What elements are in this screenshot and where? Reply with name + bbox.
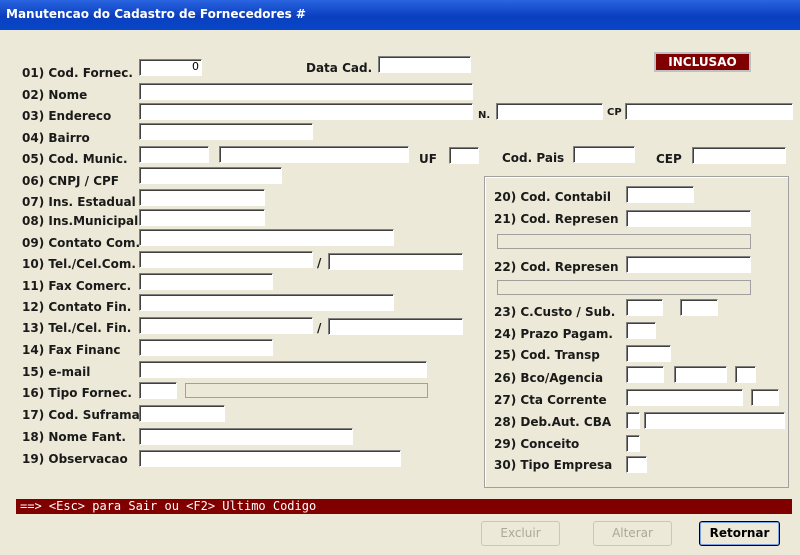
- label-bco-agencia: 26) Bco/Agencia: [494, 371, 604, 385]
- complemento-input[interactable]: [625, 103, 793, 120]
- fax-comerc-input[interactable]: [139, 273, 273, 290]
- label-tipo-fornec: 16) Tipo Fornec.: [22, 386, 132, 400]
- nome-fant-input[interactable]: [139, 428, 353, 445]
- sub-input[interactable]: [680, 299, 718, 316]
- email-input[interactable]: [139, 361, 427, 378]
- label-endereco: 03) Endereco: [22, 109, 112, 123]
- deb-aut-cba-description[interactable]: [644, 412, 785, 429]
- label-fax-comerc: 11) Fax Comerc.: [22, 279, 132, 293]
- alterar-button[interactable]: Alterar: [593, 521, 672, 546]
- c-custo-input[interactable]: [626, 299, 663, 316]
- ins-municipal-input[interactable]: [139, 209, 265, 226]
- cel-fin-input[interactable]: [328, 318, 463, 335]
- label-observacao: 19) Observacao: [22, 452, 128, 466]
- cod-suframa-input[interactable]: [139, 405, 225, 422]
- cod-fornec-input[interactable]: 0: [139, 59, 202, 76]
- label-contato-fin: 12) Contato Fin.: [22, 300, 132, 314]
- uf-input[interactable]: [449, 147, 479, 164]
- label-conceito: 29) Conceito: [494, 437, 580, 451]
- label-cod-suframa: 17) Cod. Suframa: [22, 408, 140, 422]
- label-cep: CEP: [656, 152, 682, 166]
- label-cta-corrente: 27) Cta Corrente: [494, 393, 607, 407]
- label-cnpj-cpf: 06) CNPJ / CPF: [22, 174, 120, 188]
- municipio-input[interactable]: [219, 146, 409, 163]
- cod-represen-2-input[interactable]: [626, 256, 751, 273]
- tel-fin-input[interactable]: [139, 317, 313, 334]
- label-cod-fornec: 01) Cod. Fornec.: [22, 66, 133, 80]
- tipo-empresa-input[interactable]: [626, 456, 647, 473]
- tel-com-input[interactable]: [139, 251, 313, 268]
- represen-1-description: [497, 234, 751, 249]
- cod-munic-input[interactable]: [139, 146, 209, 163]
- cod-pais-input[interactable]: [573, 146, 635, 163]
- retornar-button[interactable]: Retornar: [699, 521, 780, 546]
- mode-badge: INCLUSAO: [654, 52, 751, 72]
- represen-2-description: [497, 280, 751, 295]
- title-bar[interactable]: Manutencao do Cadastro de Fornecedores #: [0, 0, 800, 30]
- label-nome: 02) Nome: [22, 88, 88, 102]
- conceito-input[interactable]: [626, 435, 640, 452]
- label-tel-cel-com: 10) Tel./Cel.Com.: [22, 257, 136, 271]
- tipo-fornec-description: [185, 383, 428, 398]
- cta-corrente-input[interactable]: [626, 389, 743, 406]
- cod-represen-1-input[interactable]: [626, 210, 751, 227]
- cnpj-cpf-input[interactable]: [139, 167, 282, 184]
- ins-estadual-input[interactable]: [139, 189, 265, 206]
- label-fax-financ: 14) Fax Financ: [22, 343, 121, 357]
- contato-com-input[interactable]: [139, 229, 394, 246]
- window: Manutencao do Cadastro de Fornecedores #…: [0, 0, 800, 555]
- label-cod-pais: Cod. Pais: [502, 151, 565, 165]
- label-slash-fin: /: [317, 321, 322, 335]
- label-cod-munic: 05) Cod. Munic.: [22, 152, 128, 166]
- cel-com-input[interactable]: [328, 253, 463, 270]
- label-cod-transp: 25) Cod. Transp: [494, 348, 600, 362]
- label-ins-municipal: 08) Ins.Municipal: [22, 214, 139, 228]
- numero-input[interactable]: [496, 103, 603, 120]
- cod-transp-input[interactable]: [626, 345, 671, 362]
- cod-contabil-input[interactable]: [626, 186, 694, 203]
- cta-digito-input[interactable]: [751, 389, 779, 406]
- contato-fin-input[interactable]: [139, 294, 394, 311]
- label-slash-com: /: [317, 256, 322, 270]
- bairro-input[interactable]: [139, 123, 313, 140]
- excluir-button[interactable]: Excluir: [481, 521, 560, 546]
- nome-input[interactable]: [139, 83, 473, 100]
- label-bairro: 04) Bairro: [22, 131, 90, 145]
- label-nome-fant: 18) Nome Fant.: [22, 430, 126, 444]
- banco-input[interactable]: [626, 366, 664, 383]
- label-uf: UF: [419, 152, 437, 166]
- label-email: 15) e-mail: [22, 365, 91, 379]
- endereco-input[interactable]: [139, 103, 473, 120]
- window-title: Manutencao do Cadastro de Fornecedores #: [6, 7, 306, 21]
- label-cod-contabil: 20) Cod. Contabil: [494, 190, 611, 204]
- label-c-custo-sub: 23) C.Custo / Sub.: [494, 305, 616, 319]
- label-contato-com: 09) Contato Com.: [22, 236, 141, 250]
- cep-input[interactable]: [692, 147, 786, 164]
- label-tel-cel-fin: 13) Tel./Cel. Fin.: [22, 321, 132, 335]
- label-deb-aut-cba: 28) Deb.Aut. CBA: [494, 415, 612, 429]
- tipo-fornec-input[interactable]: [139, 382, 177, 399]
- label-prazo-pagam: 24) Prazo Pagam.: [494, 327, 613, 341]
- label-tipo-empresa: 30) Tipo Empresa: [494, 458, 613, 472]
- observacao-input[interactable]: [139, 450, 401, 467]
- agencia-input[interactable]: [674, 366, 727, 383]
- label-ins-estadual: 07) Ins. Estadual: [22, 195, 136, 209]
- label-cod-represen-2: 22) Cod. Represen: [494, 260, 619, 274]
- label-cod-represen-1: 21) Cod. Represen: [494, 212, 619, 226]
- fax-financ-input[interactable]: [139, 339, 273, 356]
- prazo-pagam-input[interactable]: [626, 322, 656, 339]
- label-data-cad: Data Cad.: [306, 61, 373, 75]
- label-cp: CP: [607, 107, 622, 118]
- status-hint-bar: ==> <Esc> para Sair ou <F2> Ultimo Codig…: [16, 499, 792, 514]
- deb-aut-cba-input[interactable]: [626, 412, 640, 429]
- agencia-digito-input[interactable]: [735, 366, 756, 383]
- data-cad-input[interactable]: [378, 56, 471, 73]
- label-n: N.: [478, 110, 491, 121]
